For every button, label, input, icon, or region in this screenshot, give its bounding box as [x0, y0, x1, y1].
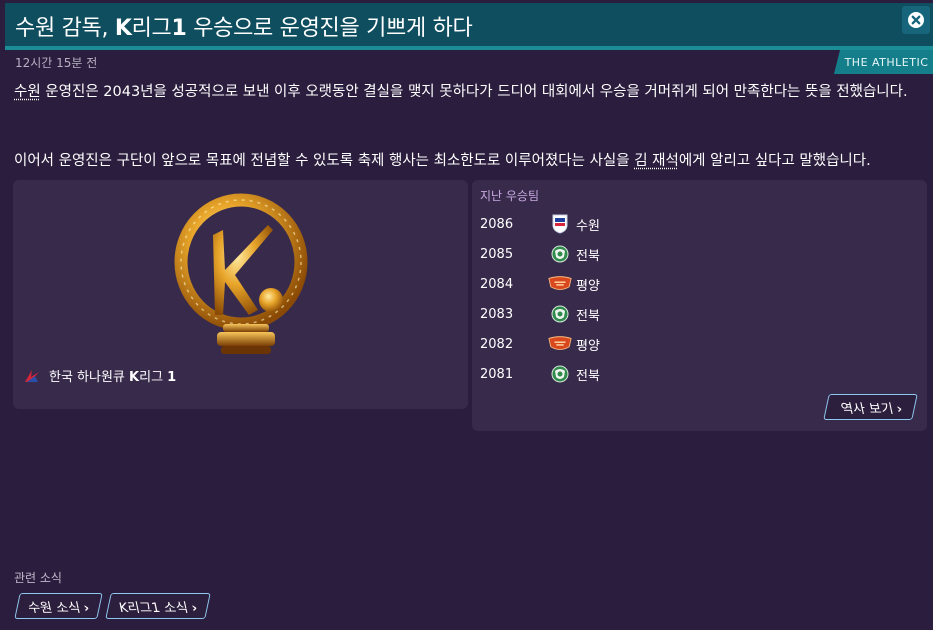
close-icon — [908, 12, 924, 28]
club-news-button[interactable]: 수원 소식› — [14, 593, 104, 619]
close-button[interactable] — [902, 6, 930, 34]
winner-row[interactable]: 2086 수원 — [480, 213, 600, 235]
view-history-button[interactable]: 역사 보기› — [822, 394, 918, 420]
past-winners-panel: 지난 우승팀 2086 수원 2085 전북 2084 평양 2083 전북 2… — [472, 180, 927, 431]
past-winners-title: 지난 우승팀 — [480, 189, 540, 203]
jeonbuk-badge-icon — [548, 303, 572, 325]
manager-link[interactable]: 김 재석 — [634, 153, 679, 169]
trophy-image — [174, 193, 308, 354]
winner-row[interactable]: 2084 평양 — [480, 273, 600, 295]
winner-row[interactable]: 2082 평양 — [480, 333, 600, 355]
chevron-right-icon: › — [895, 401, 904, 417]
league-name: 한국 하나원큐 K리그 1 — [49, 370, 177, 385]
winner-row[interactable]: 2083 전북 — [480, 303, 600, 325]
chevron-right-icon: › — [82, 600, 91, 616]
article-paragraph-2: 이어서 운영진은 구단이 앞으로 목표에 전념할 수 있도록 축제 행사는 최소… — [14, 153, 871, 169]
k-league-logo-icon — [25, 369, 39, 382]
suwon-badge-icon — [548, 213, 572, 235]
article-paragraph-1: 수원 운영진은 2043년을 성공적으로 보낸 이후 오랫동안 결실을 맺지 못… — [14, 84, 908, 100]
news-title: 수원 감독, K리그1 우승으로 운영진을 기쁘게 하다 — [15, 16, 473, 41]
header-divider — [5, 46, 933, 50]
source-badge: THE ATHLETIC — [834, 50, 933, 74]
pyongyang-badge-icon — [548, 273, 572, 295]
news-timestamp: 12시간 15분 전 — [15, 56, 98, 70]
winner-row[interactable]: 2081 전북 — [480, 363, 600, 385]
news-header: 수원 감독, K리그1 우승으로 운영진을 기쁘게 하다 — [5, 3, 933, 46]
related-news-label: 관련 소식 — [14, 571, 62, 585]
jeonbuk-badge-icon — [548, 243, 572, 265]
league-news-button[interactable]: K리그1 소식› — [105, 593, 211, 619]
winner-row[interactable]: 2085 전북 — [480, 243, 600, 265]
pyongyang-badge-icon — [548, 333, 572, 355]
jeonbuk-badge-icon — [548, 363, 572, 385]
league-name-row[interactable]: 한국 하나원큐 K리그 1 — [23, 366, 176, 385]
club-link[interactable]: 수원 — [14, 84, 41, 100]
chevron-right-icon: › — [190, 600, 199, 616]
trophy-panel: 한국 하나원큐 K리그 1 — [13, 180, 468, 409]
